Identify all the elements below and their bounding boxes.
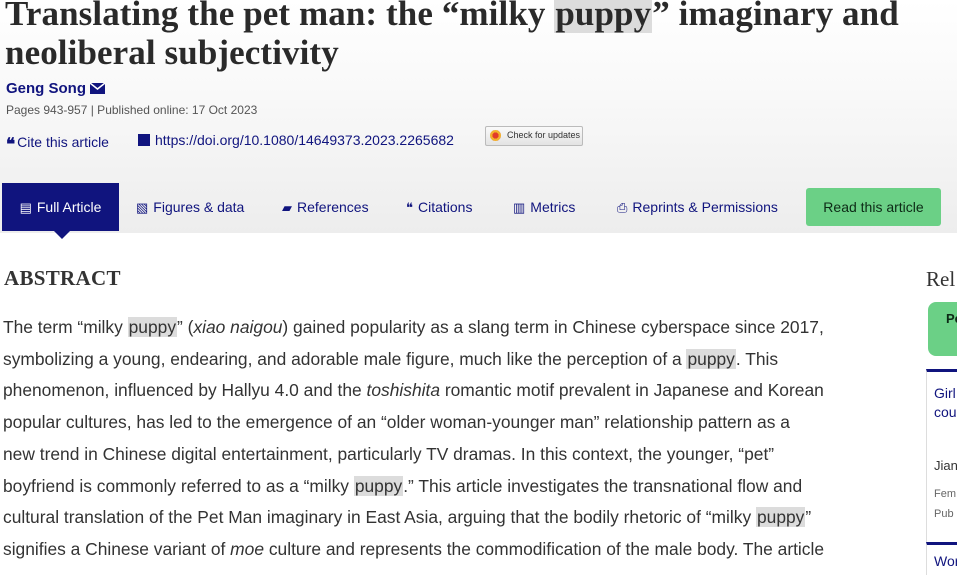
text-run: .” This article investigates the transna… [403,475,803,496]
tab-references[interactable]: ▰ References [282,183,369,231]
tab-label: References [297,199,369,215]
sidebar-tab-button[interactable]: Pe [928,302,957,356]
search-highlight: puppy [686,348,736,369]
quote-icon: ❝ [6,135,16,155]
italic-term: toshishita [366,380,440,401]
text-run: symbolizing a young, endearing, and ador… [3,348,687,369]
tab-citations[interactable]: ❝ Citations [406,183,472,231]
text-run: new trend in Chinese digital entertainme… [3,443,775,464]
text-run: phenomenon, influenced by Hallyu 4.0 and… [3,380,367,401]
search-highlight: puppy [756,507,806,528]
abstract-heading: ABSTRACT [4,266,121,290]
text-run: ” ( [177,317,194,337]
book-icon: ▰ [282,200,292,215]
abstract-line: cultural translation of the Pet Man imag… [3,502,903,534]
text-run: boyfriend is commonly referred to as a “… [3,475,354,496]
search-highlight: puppy [127,317,178,337]
sidebar-heading: Rel [926,267,956,291]
read-article-button[interactable]: Read this article [806,188,941,226]
tab-label: Figures & data [153,199,245,215]
envelope-icon[interactable] [90,83,105,94]
article-meta: Pages 943-957 | Published online: 17 Oct… [6,103,258,117]
image-icon: ▧ [136,200,149,215]
check-for-updates-button[interactable]: Check for updates [485,126,583,146]
abstract-line: symbolizing a young, endearing, and ador… [3,344,903,376]
tab-figures-data[interactable]: ▧ Figures & data [136,183,244,231]
text-run: The term “milky [3,317,128,337]
tab-label: Full Article [36,199,102,215]
tab-label: Metrics [530,199,576,215]
abstract-text: The term “milky puppy” (xiao naigou) gai… [3,312,903,566]
text-run: popular cultures, has led to the emergen… [3,412,790,433]
doi-text: https://doi.org/10.1080/14649373.2023.22… [155,132,454,148]
article-title: Translating the pet man: the “milky pupp… [5,0,957,72]
related-article-card[interactable]: Wor [926,542,957,575]
external-link-icon [138,134,150,146]
text-run: cultural translation of the Pet Man imag… [3,507,756,528]
related-article-card[interactable]: Girl cou Jian Fem Pub [926,369,957,542]
text-run: culture and represents the commodificati… [264,538,825,559]
tab-label: Citations [418,199,473,215]
abstract-line: phenomenon, influenced by Hallyu 4.0 and… [3,375,903,407]
italic-term: xiao naigou [193,317,283,337]
related-article-meta: Fem Pub [934,488,956,520]
text-run: . This [735,348,779,369]
abstract-line: signifies a Chinese variant of moe cultu… [3,534,903,566]
search-highlight: puppy [353,475,404,496]
related-article-title[interactable]: Wor [934,553,957,569]
related-sidebar: Rel Pe Girl cou Jian Fem Pub Wor [926,258,957,578]
tab-label: Reprints & Permissions [632,199,778,215]
article-header: Translating the pet man: the “milky pupp… [0,0,957,239]
author-link[interactable]: Geng Song [6,80,86,97]
tab-full-article[interactable]: ▤ Full Article [2,183,119,239]
search-highlight: puppy [554,0,653,33]
document-icon: ▤ [19,200,32,215]
text-run: romantic motif prevalent in Japanese and… [440,380,824,401]
cite-label: Cite this article [17,134,109,150]
doi-link[interactable]: https://doi.org/10.1080/14649373.2023.22… [138,132,454,148]
abstract-line: new trend in Chinese digital entertainme… [3,439,903,471]
sidebar-tab-label: Pe [946,311,957,326]
crossmark-icon [490,130,501,141]
text-run: signifies a Chinese variant of [3,538,231,559]
quote-icon: ❝ [406,200,413,215]
tab-reprints-permissions[interactable]: ⎙ Reprints & Permissions [617,183,778,231]
abstract-line: popular cultures, has led to the emergen… [3,407,903,439]
text-run: ” [805,507,812,528]
text-run: ) gained popularity as a slang term in C… [282,317,824,337]
abstract-line: The term “milky puppy” (xiao naigou) gai… [3,312,903,344]
bar-chart-icon: ▥ [513,200,526,215]
title-part-1: Translating the pet man: the “milky [5,0,555,33]
article-tabs: ▤ Full Article ▧ Figures & data ▰ Reference… [0,183,957,239]
cite-article-link[interactable]: ❝ Cite this article [6,132,109,155]
italic-term: moe [230,538,265,559]
print-icon: ⎙ [617,200,628,215]
tab-metrics[interactable]: ▥ Metrics [513,183,575,231]
related-article-author: Jian [934,458,957,473]
check-updates-label: Check for updates [507,130,581,140]
related-article-title[interactable]: Girl cou [934,384,957,422]
abstract-line: boyfriend is commonly referred to as a “… [3,471,903,503]
